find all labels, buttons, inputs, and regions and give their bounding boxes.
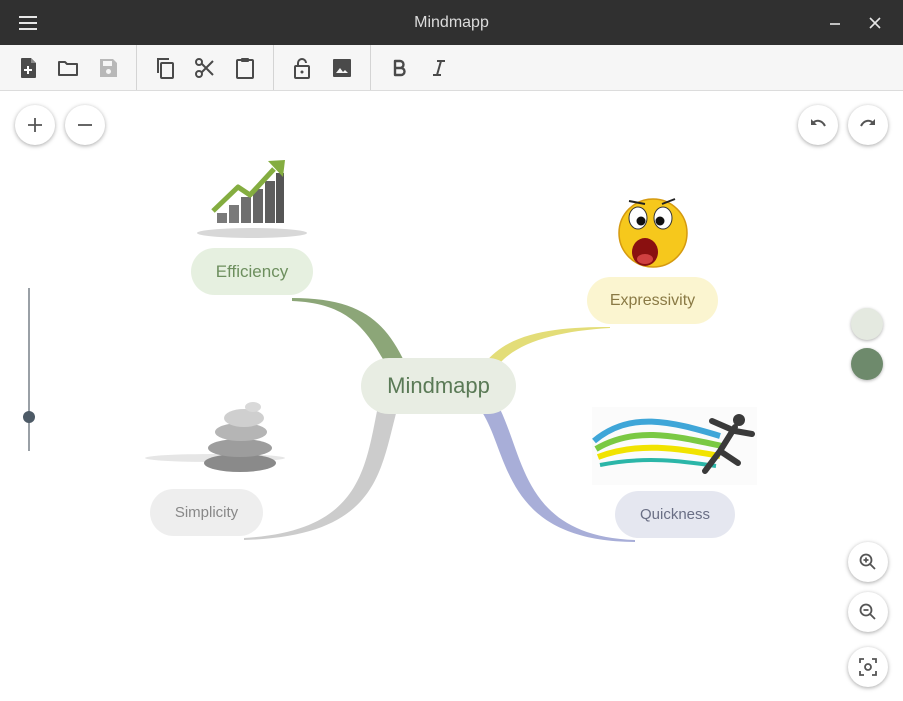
- node-efficiency-label: Efficiency: [215, 262, 289, 281]
- toolbar-divider: [273, 45, 274, 90]
- toolbar-divider: [136, 45, 137, 90]
- focus-icon: [859, 658, 877, 676]
- image-icon[interactable]: [329, 55, 355, 81]
- new-file-icon[interactable]: [15, 55, 41, 81]
- mindmap-canvas[interactable]: Mindmapp Efficiency Expressivity Simplic…: [0, 91, 903, 701]
- italic-icon[interactable]: [426, 55, 452, 81]
- title-bar: Mindmapp: [0, 0, 903, 45]
- minimize-icon[interactable]: [820, 8, 850, 38]
- window-title: Mindmapp: [414, 14, 489, 31]
- redo-button[interactable]: [848, 105, 888, 145]
- zoom-in-button[interactable]: [848, 542, 888, 582]
- node-quickness[interactable]: Quickness: [615, 491, 735, 538]
- branch-simplicity: [244, 406, 398, 540]
- copy-icon[interactable]: [152, 55, 178, 81]
- toolbar: [0, 45, 903, 91]
- bold-icon[interactable]: [386, 55, 412, 81]
- undo-icon: [811, 119, 826, 127]
- zoom-out-button[interactable]: [848, 592, 888, 632]
- node-expressivity[interactable]: Expressivity: [587, 277, 718, 324]
- root-node[interactable]: Mindmapp: [361, 358, 516, 414]
- zoom-slider-thumb[interactable]: [23, 410, 35, 423]
- center-map-button[interactable]: [848, 647, 888, 687]
- zoom-in-icon: [859, 553, 876, 570]
- node-simplicity-label: Simplicity: [174, 504, 239, 521]
- node-efficiency[interactable]: Efficiency: [191, 248, 313, 295]
- lock-open-icon[interactable]: [289, 55, 315, 81]
- node-quickness-label: Quickness: [639, 506, 711, 523]
- undo-button[interactable]: [798, 105, 838, 145]
- minus-icon: [78, 124, 92, 126]
- plus-icon: [28, 118, 42, 132]
- save-icon[interactable]: [95, 55, 121, 81]
- redo-icon: [860, 119, 875, 127]
- node-simplicity[interactable]: Simplicity: [150, 489, 263, 536]
- efficiency-chart-image: [197, 160, 307, 238]
- shocked-emoji-image: [618, 198, 688, 268]
- stacked-stones-image: [145, 402, 285, 472]
- runner-image: [592, 407, 757, 485]
- branch-efficiency: [292, 298, 405, 363]
- branch-expressivity: [485, 327, 610, 363]
- remove-node-button[interactable]: [65, 105, 105, 145]
- branch-color-swatch[interactable]: [851, 348, 883, 380]
- open-folder-icon[interactable]: [55, 55, 81, 81]
- paste-icon[interactable]: [232, 55, 258, 81]
- toolbar-divider: [370, 45, 371, 90]
- root-node-label: Mindmapp: [387, 373, 490, 398]
- close-icon[interactable]: [860, 8, 890, 38]
- add-node-button[interactable]: [15, 105, 55, 145]
- background-color-swatch[interactable]: [851, 308, 883, 340]
- zoom-out-icon: [859, 603, 876, 620]
- zoom-slider-track[interactable]: [28, 288, 30, 451]
- node-expressivity-label: Expressivity: [609, 292, 696, 309]
- cut-icon[interactable]: [192, 55, 218, 81]
